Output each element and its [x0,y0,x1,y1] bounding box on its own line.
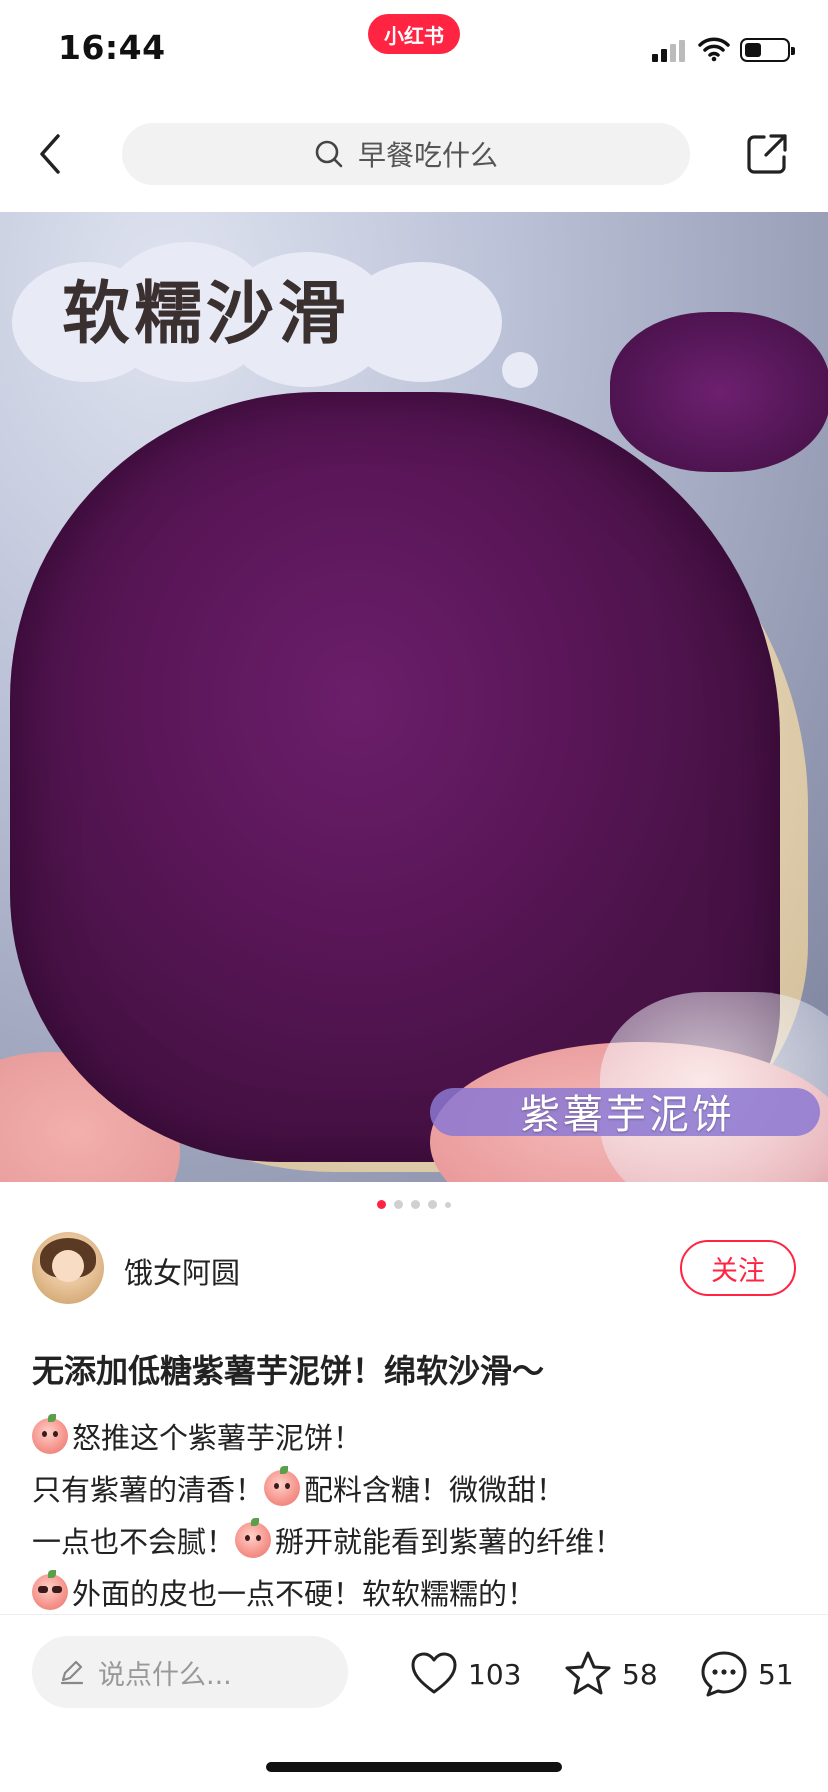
like-count: 103 [468,1657,522,1691]
divider [0,1614,828,1615]
post-image[interactable]: 软糯沙滑 紫薯芋泥饼 [0,212,828,1182]
carousel-dot [428,1200,437,1209]
post-line-text: 外面的皮也一点不硬！软软糯糯的！ [72,1577,537,1611]
cellular-signal-icon [652,40,686,62]
wifi-icon [698,37,730,62]
peach-face-icon [235,1518,272,1558]
heart-icon [411,1652,457,1694]
post-line: 一点也不会腻！ 掰开就能看到紫薯的纤维！ [32,1514,802,1566]
post-title: 无添加低糖紫薯芋泥饼！绵软沙滑～ [32,1352,545,1390]
search-placeholder: 早餐吃什么 [357,139,498,172]
comment-input[interactable]: 说点什么... [32,1636,348,1708]
carousel-dot [394,1200,403,1209]
post-line-text: 一点也不会腻！ [32,1525,236,1559]
home-indicator[interactable] [266,1762,562,1772]
status-bar: 16:44 小红书 [0,0,828,100]
peach-face-icon [264,1466,301,1506]
post-line: 只有紫薯的清香！ 配料含糖！微微甜！ [32,1462,802,1514]
avatar[interactable] [32,1232,104,1304]
comment-button[interactable]: 51 [698,1646,794,1702]
peach-face-icon [32,1414,68,1454]
overlay-tag: 紫薯芋泥饼 [520,1092,735,1138]
share-icon[interactable] [744,131,790,177]
post-body: 怒推这个紫薯芋泥饼！ 只有紫薯的清香！ 配料含糖！微微甜！ 一点也不会腻！ 掰开… [32,1410,802,1618]
comment-placeholder: 说点什么... [98,1659,232,1691]
back-button[interactable] [30,129,70,179]
overlay-title: 软糯沙滑 [62,275,351,354]
top-nav-bar: 早餐吃什么 [0,105,828,205]
search-icon [315,140,343,168]
like-button[interactable]: 103 [408,1646,521,1702]
star-icon [565,1651,611,1695]
carousel-dot [445,1201,451,1208]
peach-sunglasses-icon [32,1570,68,1610]
app-brand-badge: 小红书 [368,14,460,54]
author-name[interactable]: 饿女阿圆 [124,1250,240,1292]
author-row: 饿女阿圆 关注 [0,1232,828,1304]
post-line-text: 只有紫薯的清香！ [32,1473,265,1507]
post-line-text: 配料含糖！微微甜！ [304,1473,566,1507]
pencil-icon [60,1660,84,1685]
collect-count: 58 [622,1657,658,1691]
comment-bubble-icon [701,1651,747,1697]
follow-button[interactable]: 关注 [680,1240,796,1296]
status-time: 16:44 [58,28,166,67]
post-line: 外面的皮也一点不硬！软软糯糯的！ [32,1566,802,1618]
carousel-dot [411,1200,420,1209]
chevron-left-icon [40,134,60,174]
comment-count: 51 [758,1657,794,1691]
battery-icon [740,38,795,62]
carousel-dot [377,1200,386,1209]
carousel-indicator [0,1200,828,1209]
post-line-text: 怒推这个紫薯芋泥饼！ [72,1421,363,1455]
collect-button[interactable]: 58 [562,1646,658,1702]
post-line-text: 掰开就能看到紫薯的纤维！ [275,1525,624,1559]
post-line: 怒推这个紫薯芋泥饼！ [32,1410,802,1462]
search-bar[interactable]: 早餐吃什么 [122,123,690,185]
